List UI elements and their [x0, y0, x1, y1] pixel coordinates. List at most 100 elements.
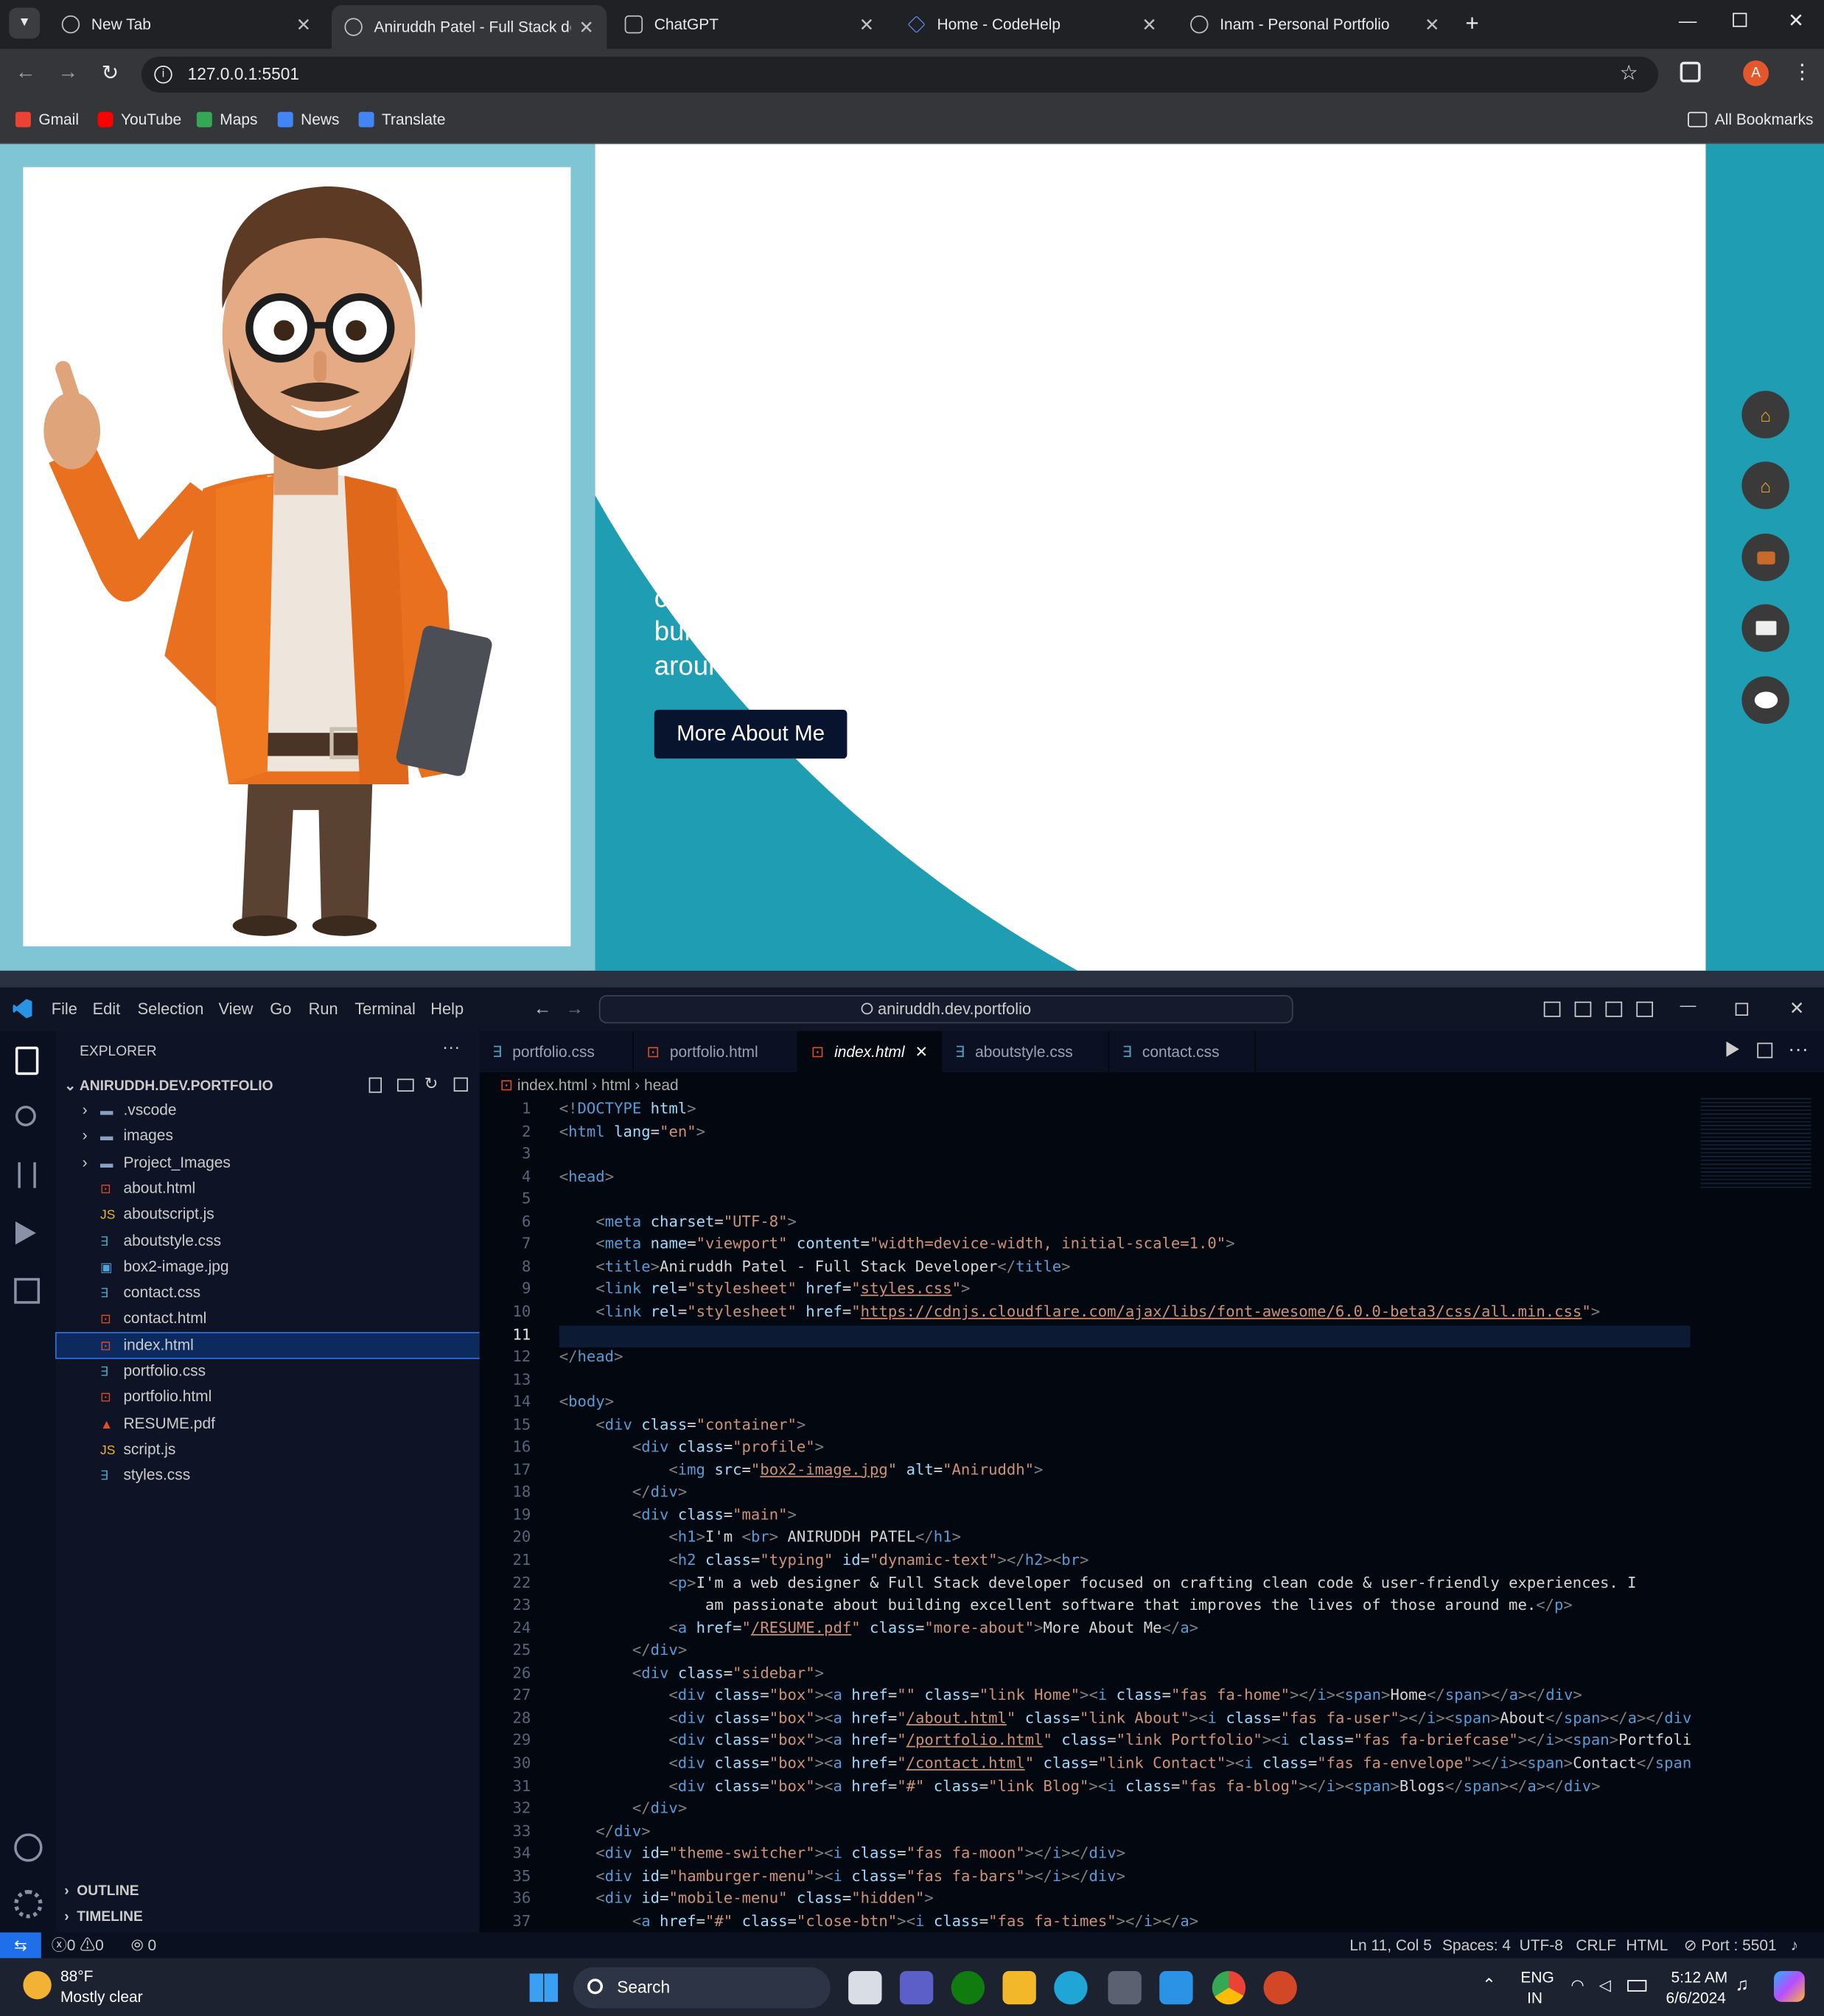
star-icon[interactable]: ☆: [1620, 57, 1638, 93]
tab-new-tab[interactable]: New Tab ✕: [49, 5, 324, 43]
app-icon[interactable]: [1108, 1970, 1142, 2005]
refresh-icon[interactable]: ↻: [424, 1073, 438, 1094]
bell-icon[interactable]: ♫: [1736, 1973, 1749, 1994]
all-bookmarks[interactable]: All Bookmarks: [1688, 111, 1814, 128]
command-search[interactable]: aniruddh.dev.portfolio: [598, 995, 1293, 1024]
search-icon[interactable]: [15, 1106, 36, 1126]
close-icon[interactable]: ✕: [1142, 13, 1156, 35]
site-info-icon[interactable]: i: [154, 65, 172, 84]
clock-time[interactable]: 5:12 AM: [1671, 1968, 1727, 1986]
tab-chatgpt[interactable]: ChatGPT ✕: [612, 5, 887, 43]
sidebar-portfolio[interactable]: [1741, 533, 1789, 582]
new-tab-button[interactable]: +: [1465, 10, 1478, 38]
new-file-icon[interactable]: [368, 1077, 382, 1093]
xbox-icon[interactable]: [951, 1970, 985, 2005]
sidebar-about[interactable]: ⌂: [1741, 461, 1789, 509]
customize-layout-icon[interactable]: [1636, 1001, 1654, 1017]
close-icon[interactable]: ✕: [859, 13, 874, 35]
file-tree-item[interactable]: ▣ box2-image.jpg: [57, 1255, 480, 1279]
language-indicator-1[interactable]: ENG: [1520, 1968, 1554, 1986]
close-window-button[interactable]: ✕: [1788, 9, 1804, 32]
restore-button[interactable]: [1735, 1002, 1749, 1016]
tab-codehelp[interactable]: Home - CodeHelp ✕: [895, 5, 1170, 43]
collapse-icon[interactable]: [453, 1077, 468, 1092]
more-about-button[interactable]: More About Me: [654, 709, 848, 759]
back-icon[interactable]: ←: [15, 62, 36, 85]
restore-button[interactable]: [1733, 13, 1747, 27]
tab-inam-portfolio[interactable]: Inam - Personal Portfolio ✕: [1178, 5, 1453, 43]
forward-icon[interactable]: →: [57, 62, 78, 85]
toggle-panel-icon[interactable]: [1574, 1001, 1592, 1017]
ports-status[interactable]: ⦾ 0: [131, 1933, 156, 1959]
language-indicator-2[interactable]: IN: [1527, 1989, 1542, 2006]
file-tree-item[interactable]: JS script.js: [57, 1437, 480, 1462]
file-tree-item[interactable]: ⊡ about.html: [57, 1176, 480, 1201]
wifi-icon[interactable]: ◠: [1570, 1976, 1584, 1994]
edge-icon[interactable]: [1054, 1970, 1088, 2005]
bookmark-youtube[interactable]: YouTube: [97, 111, 181, 128]
file-tree-item[interactable]: ⊡ contact.html: [57, 1307, 480, 1331]
file-tree-item[interactable]: ∃ portfolio.css: [57, 1359, 480, 1384]
file-tree-item[interactable]: ⊡ index.html: [55, 1331, 481, 1359]
bookmark-translate[interactable]: Translate: [358, 111, 445, 128]
close-icon[interactable]: ✕: [296, 13, 311, 35]
menu-view[interactable]: View: [219, 1000, 254, 1018]
volume-icon[interactable]: ◁: [1599, 1976, 1611, 1994]
extensions-icon[interactable]: [1680, 61, 1701, 83]
file-tree-item[interactable]: › ▬ images: [57, 1124, 480, 1148]
address-bar[interactable]: i 127.0.0.1:5501 ☆: [141, 56, 1659, 93]
tab-portfolio[interactable]: Aniruddh Patel - Full Stack deve✕: [332, 4, 607, 49]
file-tree-item[interactable]: › ▬ .vscode: [57, 1098, 480, 1123]
tab-aboutstyle-css[interactable]: ∃ aboutstyle.css: [942, 1030, 1110, 1072]
close-icon[interactable]: ✕: [579, 16, 593, 38]
taskbar-search[interactable]: Search: [573, 1967, 831, 2009]
file-tree-item[interactable]: › ▬ Project_Images: [57, 1150, 480, 1174]
close-icon[interactable]: ✕: [915, 1043, 928, 1061]
menu-file[interactable]: File: [52, 1000, 77, 1018]
remote-button[interactable]: ⇆: [0, 1932, 41, 1959]
weather-desc[interactable]: Mostly clear: [60, 1988, 143, 2006]
new-folder-icon[interactable]: [396, 1078, 414, 1092]
teams-icon[interactable]: [899, 1970, 934, 2005]
sidebar-home[interactable]: ⌂: [1741, 391, 1789, 439]
close-icon[interactable]: ✕: [1425, 13, 1439, 35]
bookmark-maps[interactable]: Maps: [196, 111, 257, 128]
powerpoint-icon[interactable]: [1263, 1970, 1297, 2005]
file-tree-item[interactable]: ∃ aboutstyle.css: [57, 1229, 480, 1253]
minimize-button[interactable]: —: [1679, 10, 1697, 31]
sidebar-blog[interactable]: [1741, 676, 1789, 725]
file-tree-item[interactable]: ▲ RESUME.pdf: [57, 1411, 480, 1435]
menu-help[interactable]: Help: [430, 1000, 464, 1018]
avatar[interactable]: A: [1743, 60, 1769, 86]
run-icon[interactable]: [1726, 1041, 1739, 1057]
vscode-taskbar-icon[interactable]: [1159, 1970, 1193, 2005]
breadcrumb-html[interactable]: html: [601, 1076, 631, 1094]
tab-portfolio-css[interactable]: ∃ portfolio.css: [480, 1030, 634, 1072]
toggle-sidebar-icon[interactable]: [1543, 1001, 1561, 1017]
tab-search-button[interactable]: ▼: [9, 7, 41, 39]
chevron-up-icon[interactable]: ⌃: [1482, 1975, 1496, 1995]
explorer-more-icon[interactable]: ···: [442, 1036, 460, 1057]
explorer-icon[interactable]: [15, 1046, 39, 1075]
run-debug-icon[interactable]: [15, 1221, 36, 1245]
extensions-icon[interactable]: [14, 1277, 41, 1304]
back-icon[interactable]: ←: [534, 998, 551, 1019]
outline-section[interactable]: › OUTLINE: [64, 1883, 139, 1899]
more-actions-icon[interactable]: ···: [1788, 1039, 1809, 1061]
file-tree-item[interactable]: JS aboutscript.js: [57, 1202, 480, 1227]
menu-terminal[interactable]: Terminal: [354, 1000, 415, 1018]
chrome-icon[interactable]: [1212, 1970, 1246, 2005]
account-icon[interactable]: [14, 1833, 43, 1862]
file-tree-item[interactable]: ⊡ portfolio.html: [57, 1385, 480, 1409]
copilot-icon[interactable]: [1773, 1970, 1805, 2002]
reload-icon[interactable]: ↻: [102, 60, 119, 86]
breadcrumb-file[interactable]: index.html: [517, 1076, 587, 1094]
file-tree-item[interactable]: ∃ contact.css: [57, 1280, 480, 1305]
live-server-status[interactable]: ⊘ Port : 5501: [1684, 1933, 1777, 1959]
file-tree-item[interactable]: ∃ styles.css: [57, 1463, 480, 1487]
bookmark-news[interactable]: News: [277, 111, 339, 128]
weather-temp[interactable]: 88°F: [60, 1967, 93, 1985]
encoding-status[interactable]: UTF-8: [1520, 1933, 1563, 1959]
breadcrumb-head[interactable]: head: [644, 1076, 679, 1094]
close-window-button[interactable]: ✕: [1789, 998, 1804, 1020]
